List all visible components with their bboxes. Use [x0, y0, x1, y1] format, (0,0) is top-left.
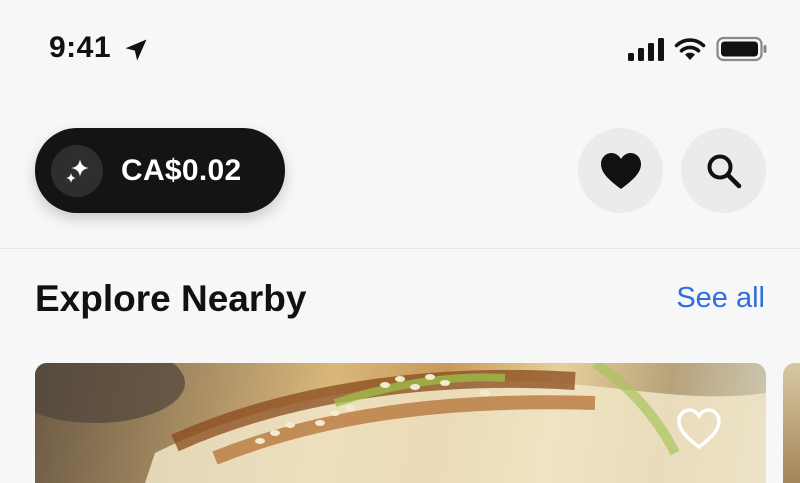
search-button[interactable]: [681, 128, 766, 213]
section-title: Explore Nearby: [35, 278, 307, 319]
wifi-icon: [674, 38, 706, 60]
restaurant-card[interactable]: [35, 363, 766, 483]
see-all-link[interactable]: See all: [676, 282, 765, 315]
balance-button[interactable]: CA$0.02: [35, 128, 285, 213]
status-time: 9:41: [49, 31, 112, 64]
header: CA$0.02: [0, 100, 800, 249]
search-icon: [707, 154, 741, 188]
sushi-roll-photo: [35, 363, 766, 483]
heart-icon: [600, 152, 641, 189]
cellular-signal-icon: [628, 38, 664, 61]
sparkle-icon: [51, 144, 103, 197]
status-bar: 9:41: [0, 0, 800, 100]
battery-icon: [716, 36, 767, 62]
explore-nearby-section-header: Explore Nearby See all: [0, 248, 800, 348]
favorites-button[interactable]: [578, 128, 663, 213]
balance-amount: CA$0.02: [121, 153, 242, 187]
next-card-preview[interactable]: [783, 363, 800, 483]
heart-outline-icon[interactable]: [675, 405, 723, 453]
location-arrow-icon: [125, 39, 147, 61]
